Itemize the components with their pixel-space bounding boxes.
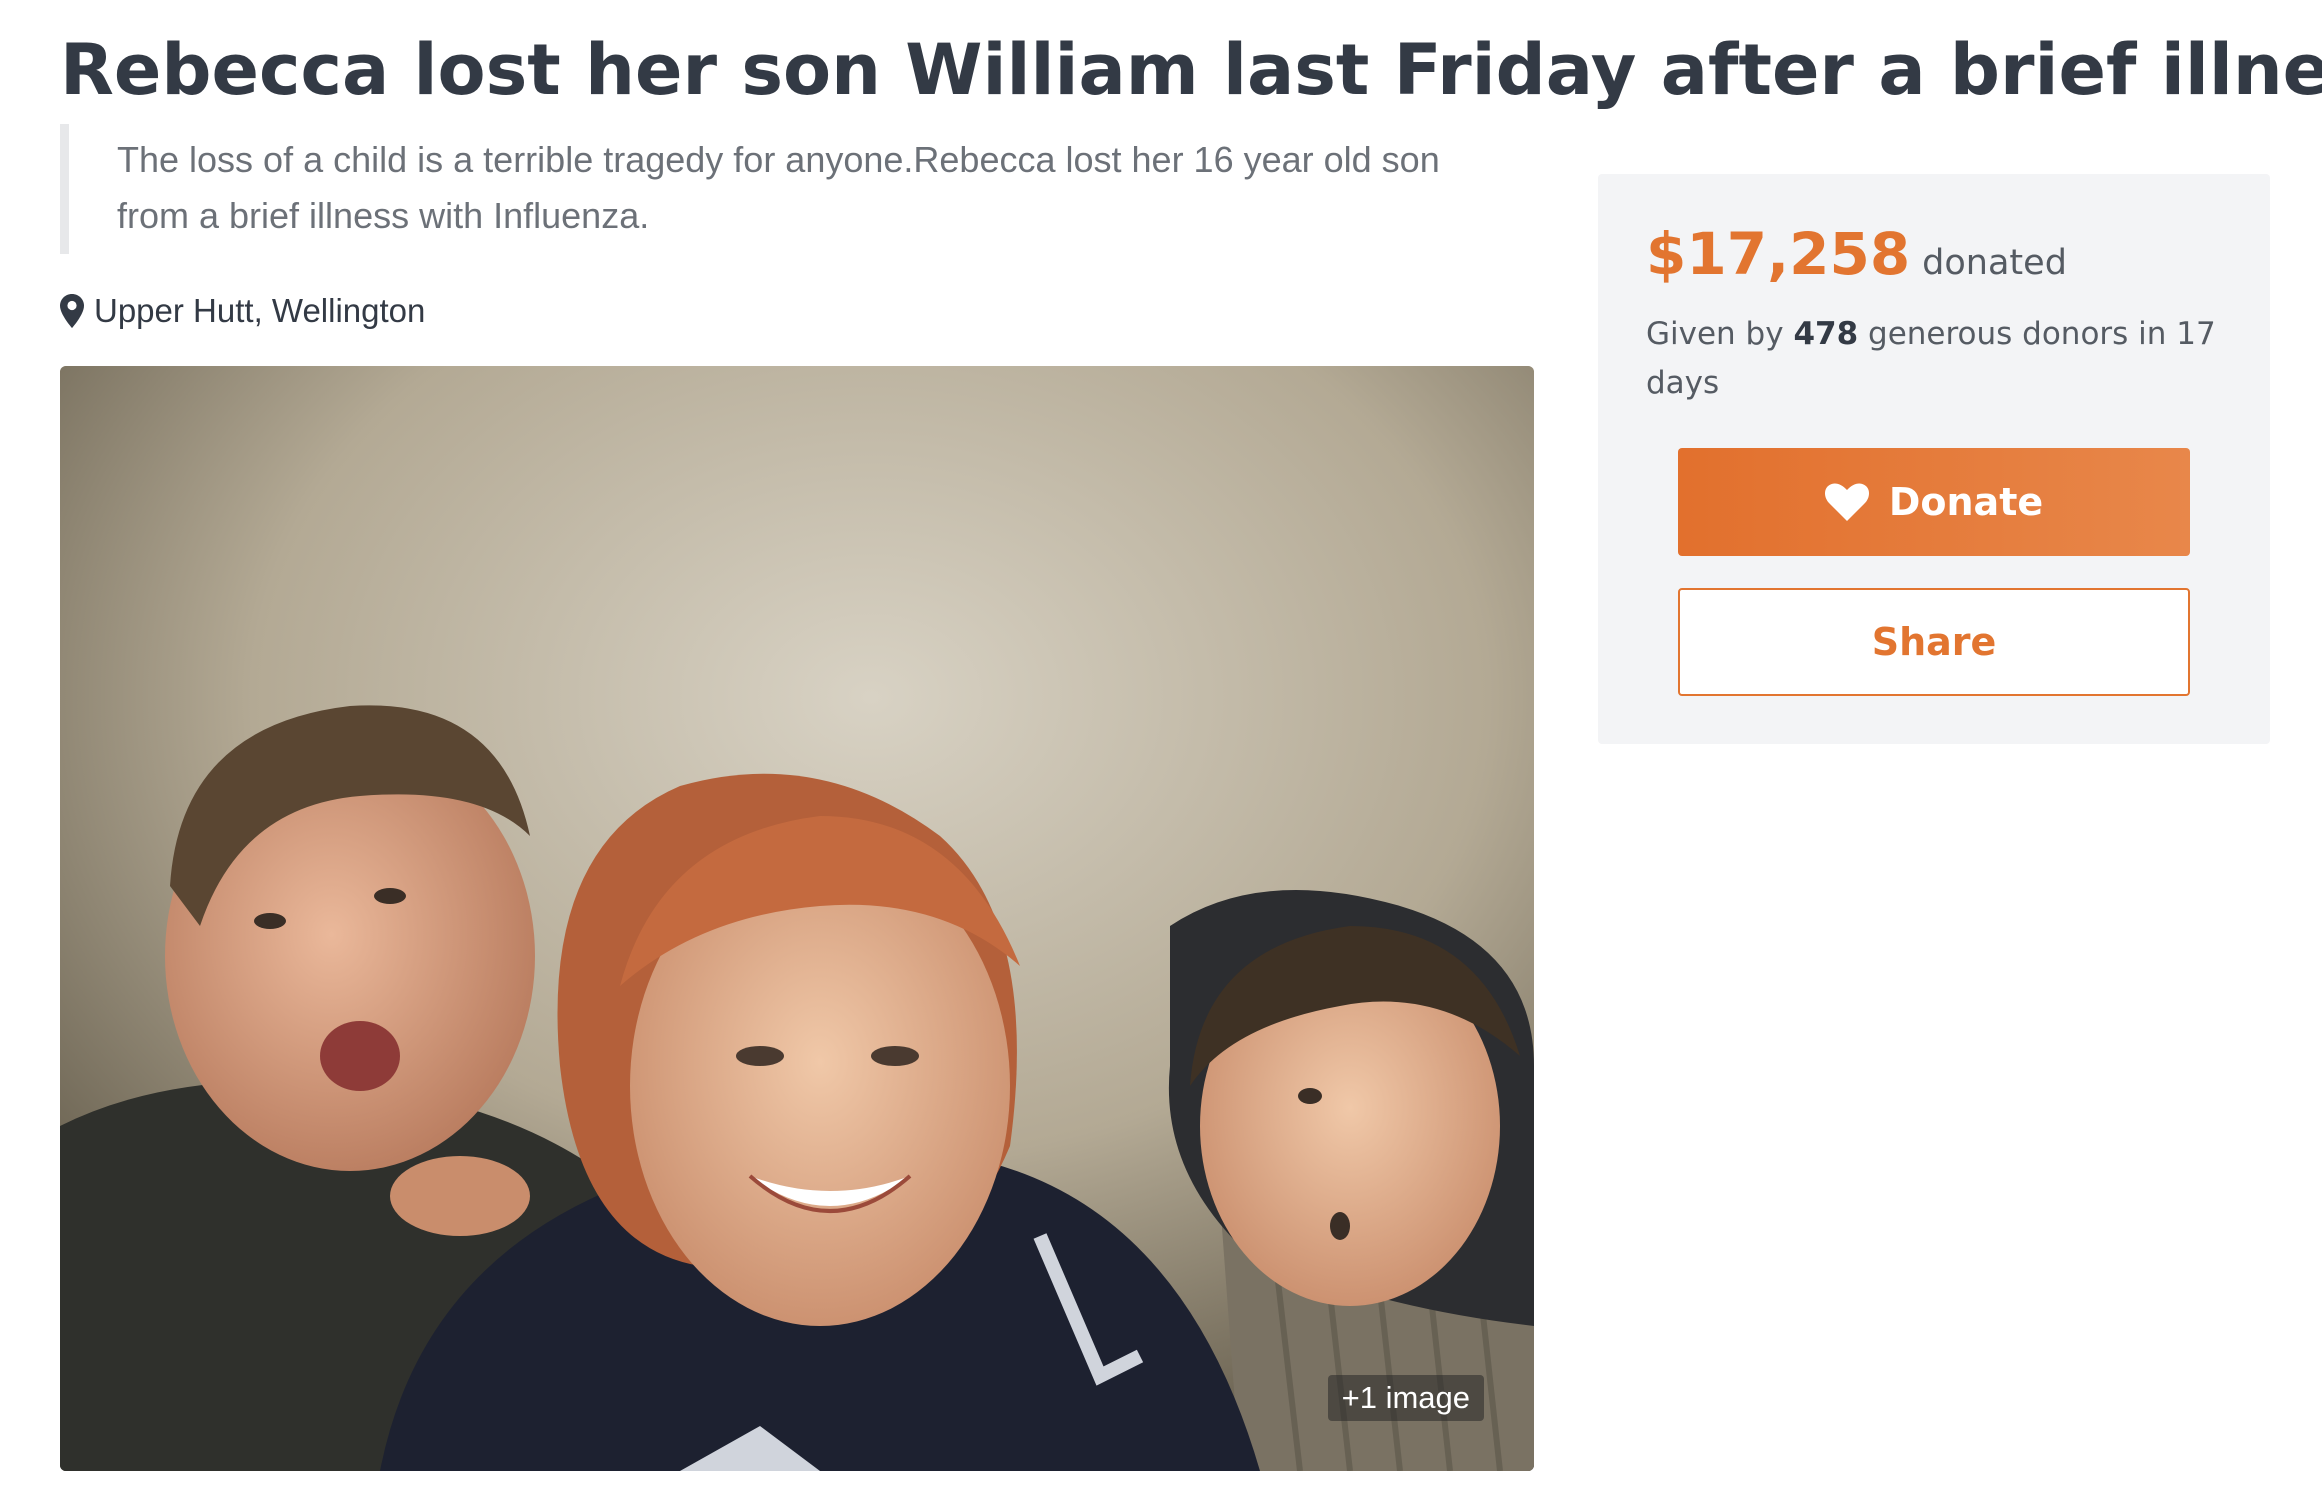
campaign-summary: The loss of a child is a terrible traged… (60, 124, 1500, 254)
donate-button[interactable]: Donate (1678, 448, 2190, 556)
donor-count: 478 (1793, 316, 1859, 352)
amount-line: $17,258 donated (1646, 220, 2222, 300)
map-pin-icon (60, 294, 84, 328)
share-button[interactable]: Share (1678, 588, 2190, 696)
donor-summary: Given by 478 generous donors in 17 days (1646, 310, 2226, 408)
donate-label: Donate (1888, 480, 2044, 524)
amount-suffix: donated (1922, 243, 2067, 283)
page-title: Rebecca lost her son William last Friday… (60, 29, 2322, 111)
campaign-photo[interactable]: +1 image (60, 366, 1534, 1471)
share-label: Share (1871, 620, 1997, 664)
amount-raised: $17,258 (1646, 220, 1911, 288)
summary-text: The loss of a child is a terrible traged… (117, 139, 1440, 236)
photo-illustration (60, 366, 1534, 1471)
more-images-badge[interactable]: +1 image (1327, 1375, 1484, 1421)
location-text: Upper Hutt, Wellington (94, 292, 426, 329)
donation-panel: $17,258 donated Given by 478 generous do… (1598, 174, 2270, 744)
donors-prefix: Given by (1646, 316, 1784, 352)
location: Upper Hutt, Wellington (60, 290, 425, 332)
heart-icon (1824, 483, 1869, 521)
